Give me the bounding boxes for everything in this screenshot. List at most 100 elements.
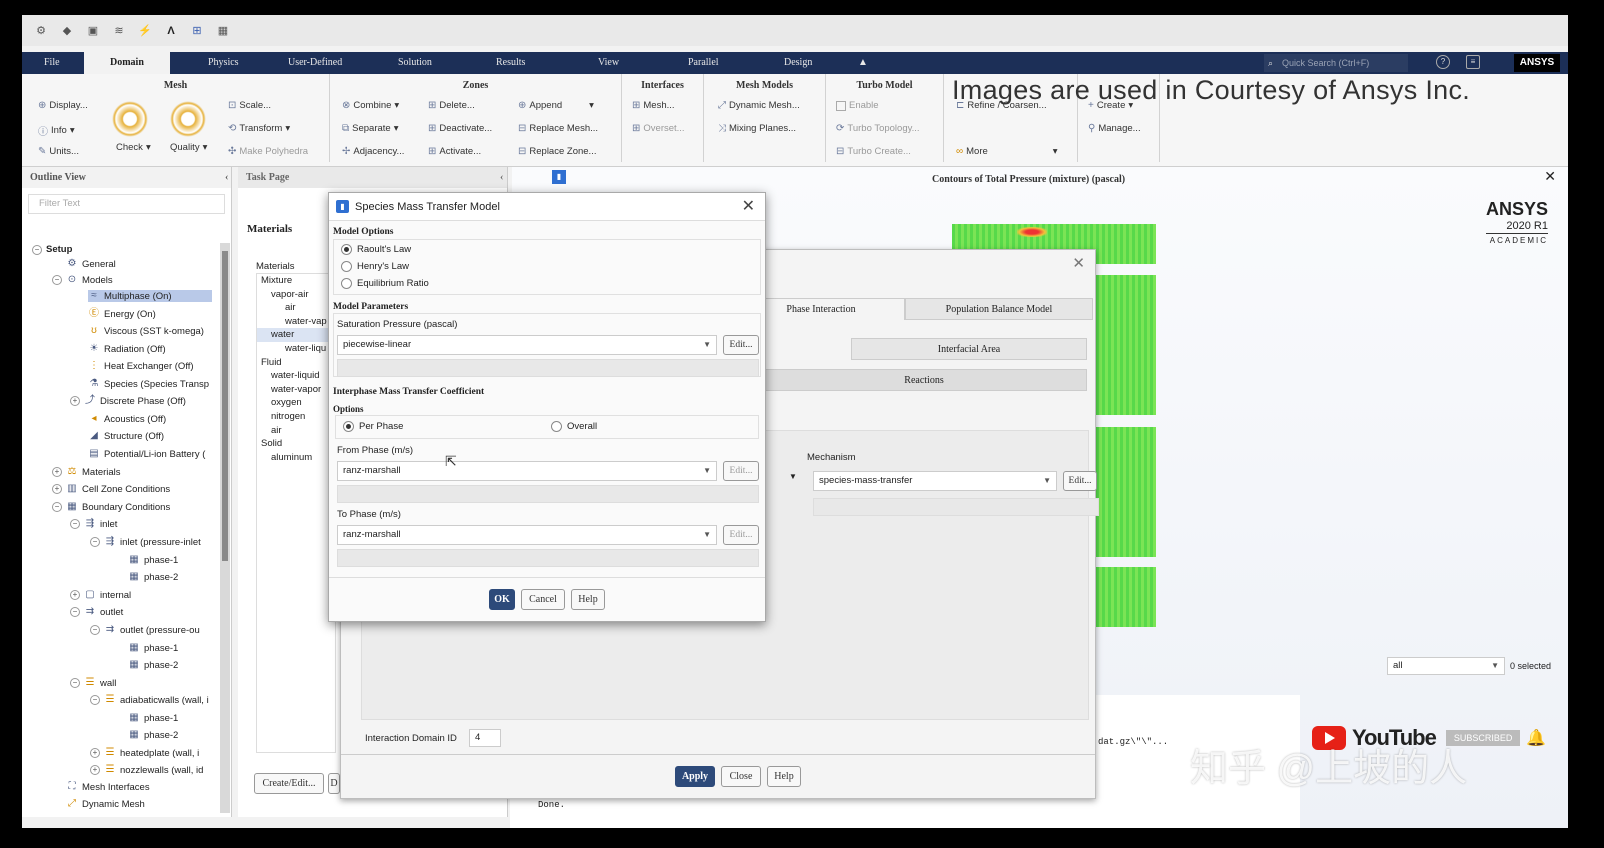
list-item[interactable]: oxygen <box>257 396 335 410</box>
collapse-icon[interactable]: − <box>52 275 62 285</box>
append-button[interactable]: ⊕ Append ▾ <box>518 100 594 111</box>
close-icon[interactable]: ✕ <box>742 193 755 221</box>
tree-item-phase-2[interactable]: ▦ phase-2 <box>128 659 178 671</box>
check-button[interactable]: Check ▾ <box>116 142 151 153</box>
grid-icon[interactable]: ▦ <box>216 24 230 38</box>
tree-item-structure[interactable]: ◢ Structure (Off) <box>88 430 164 442</box>
tree-item-discrete-phase[interactable]: + ⤴ Discrete Phase (Off) <box>70 395 186 407</box>
settings-icon[interactable]: ≋ <box>112 24 126 38</box>
interfaces-mesh-button[interactable]: ⊞ Mesh... <box>632 100 675 111</box>
list-item[interactable]: air <box>257 301 335 315</box>
help-icon[interactable]: ? <box>1436 55 1450 69</box>
list-item[interactable]: water-liqu <box>257 342 335 356</box>
units-button[interactable]: ✎ Units... <box>38 146 79 157</box>
notes-icon[interactable]: ≡ <box>1466 55 1480 69</box>
expand-icon[interactable]: + <box>90 748 100 758</box>
cancel-button[interactable]: Cancel <box>521 589 565 610</box>
manage-surface-button[interactable]: ⚲ Manage... <box>1088 123 1141 134</box>
collapse-panel-icon[interactable]: ‹ <box>500 167 503 188</box>
bell-icon[interactable]: 🔔 <box>1526 728 1546 748</box>
combine-button[interactable]: ⊗ Combine ▾ <box>342 100 399 111</box>
tree-item-phase-1[interactable]: ▦ phase-1 <box>128 642 178 654</box>
tree-item-general[interactable]: ⚙ General <box>66 258 116 270</box>
tree-item-models[interactable]: − ⊙ Models <box>52 274 113 286</box>
scale-button[interactable]: ⊡ Scale... <box>228 100 271 111</box>
collapse-ribbon-icon[interactable]: ▲ <box>858 52 868 74</box>
expand-icon[interactable]: + <box>70 590 80 600</box>
turbo-topology-button[interactable]: ⟳ Turbo Topology... <box>836 123 920 134</box>
tree-item-heat-exchanger[interactable]: ⋮ Heat Exchanger (Off) <box>88 360 194 372</box>
henrys-law-radio[interactable]: Henry's Law <box>341 261 409 272</box>
tree-item-cell-zone[interactable]: + ▥ Cell Zone Conditions <box>52 483 170 495</box>
filter-text-input[interactable]: Filter Text <box>28 194 225 214</box>
info-button[interactable]: ⓘ Info ▾ <box>38 123 75 138</box>
more-button[interactable]: ∞ More ▾ <box>956 146 1058 157</box>
tab-solution[interactable]: Solution <box>398 52 432 74</box>
tree-item-dynamic-mesh[interactable]: ⤢ Dynamic Mesh <box>66 798 145 810</box>
list-item[interactable]: Fluid <box>257 356 335 370</box>
collapse-icon[interactable]: − <box>52 502 62 512</box>
tree-item-radiation[interactable]: ☀ Radiation (Off) <box>88 343 166 355</box>
create-edit-button[interactable]: Create/Edit... <box>254 773 324 794</box>
separate-button[interactable]: ⧉ Separate ▾ <box>342 123 398 134</box>
help-button[interactable]: Help <box>571 589 605 610</box>
collapse-icon[interactable]: − <box>70 519 80 529</box>
tree-item-inlet-pressure[interactable]: − ⇶ inlet (pressure-inlet <box>90 536 201 548</box>
tree-item-species[interactable]: ⚗ Species (Species Transp <box>88 378 210 390</box>
tree-item-adiabaticwalls[interactable]: − ☰ adiabaticwalls (wall, i <box>90 694 209 706</box>
quality-icon[interactable] <box>170 101 206 137</box>
filter-dropdown[interactable]: all ▼ <box>1387 657 1505 675</box>
tab-reactions[interactable]: Reactions <box>761 369 1087 391</box>
delete-button[interactable]: ⊞ Delete... <box>428 100 475 111</box>
make-polyhedra-button[interactable]: ✣ Make Polyhedra <box>228 146 308 157</box>
collapse-icon[interactable]: − <box>70 607 80 617</box>
mesh-icon[interactable]: ◆ <box>60 24 74 38</box>
materials-list[interactable]: Mixture vapor-air air water-vap water wa… <box>256 273 336 753</box>
list-item[interactable]: water-vap <box>257 315 335 329</box>
adjacency-button[interactable]: ✢ Adjacency... <box>342 146 404 157</box>
list-item[interactable]: water <box>257 328 335 342</box>
tree-item-mesh-interfaces[interactable]: ⛶ Mesh Interfaces <box>66 781 150 793</box>
quick-search-input[interactable]: ⌕ Quick Search (Ctrl+F) <box>1264 54 1408 72</box>
close-button[interactable]: Close <box>721 766 761 787</box>
list-item[interactable]: Mixture <box>257 274 335 288</box>
tree-item-nozzlewalls[interactable]: + ☰ nozzlewalls (wall, id <box>90 764 203 776</box>
tree-item-phase-1[interactable]: ▦ phase-1 <box>128 712 178 724</box>
from-phase-edit-button[interactable]: Edit... <box>723 461 759 481</box>
tab-design[interactable]: Design <box>784 52 812 74</box>
mechanism-edit-button[interactable]: Edit... <box>1063 471 1097 491</box>
collapse-icon[interactable]: − <box>90 537 100 547</box>
chevron-down-icon[interactable]: ▼ <box>789 472 797 481</box>
tab-interfacial-area[interactable]: Interfacial Area <box>851 338 1087 360</box>
apply-button[interactable]: Apply <box>675 766 715 787</box>
list-item[interactable]: aluminum <box>257 451 335 465</box>
collapse-panel-icon[interactable]: ‹ <box>225 167 228 188</box>
scrollbar-thumb[interactable] <box>222 251 228 561</box>
tree-item-energy[interactable]: Ⓔ Energy (On) <box>88 308 156 320</box>
replace-zone-button[interactable]: ⊟ Replace Zone... <box>518 146 596 157</box>
overall-radio[interactable]: Overall <box>551 421 597 432</box>
per-phase-radio[interactable]: Per Phase <box>343 421 403 432</box>
list-item[interactable]: water-liquid <box>257 369 335 383</box>
activate-button[interactable]: ⊞ Activate... <box>428 146 481 157</box>
tab-results[interactable]: Results <box>496 52 525 74</box>
replace-mesh-button[interactable]: ⊟ Replace Mesh... <box>518 123 598 134</box>
tree-item-internal[interactable]: + ▢ internal <box>70 589 131 601</box>
expand-icon[interactable]: + <box>90 765 100 775</box>
tree-item-viscous[interactable]: ʊ Viscous (SST k-omega) <box>88 325 204 337</box>
tab-user-defined[interactable]: User-Defined <box>288 52 342 74</box>
turbo-enable-checkbox[interactable]: Enable <box>836 100 879 111</box>
check-icon[interactable] <box>112 101 148 137</box>
turbo-create-button[interactable]: ⊟ Turbo Create... <box>836 146 911 157</box>
interaction-domain-input[interactable]: 4 <box>469 729 501 747</box>
collapse-icon[interactable]: − <box>70 678 80 688</box>
tree-item-boundary-conditions[interactable]: − ▦ Boundary Conditions <box>52 501 170 513</box>
outline-scrollbar[interactable] <box>220 243 230 813</box>
saturation-edit-button[interactable]: Edit... <box>723 335 759 355</box>
gear-icon[interactable]: ⚙ <box>34 24 48 38</box>
tree-item-outlet-pressure[interactable]: − ⇉ outlet (pressure-ou <box>90 624 200 636</box>
tree-item-wall[interactable]: − ☰ wall <box>70 677 116 689</box>
layout-icon[interactable]: ⊞ <box>190 24 204 38</box>
collapse-icon[interactable]: − <box>90 695 100 705</box>
tree-item-phase-2[interactable]: ▦ phase-2 <box>128 729 178 741</box>
